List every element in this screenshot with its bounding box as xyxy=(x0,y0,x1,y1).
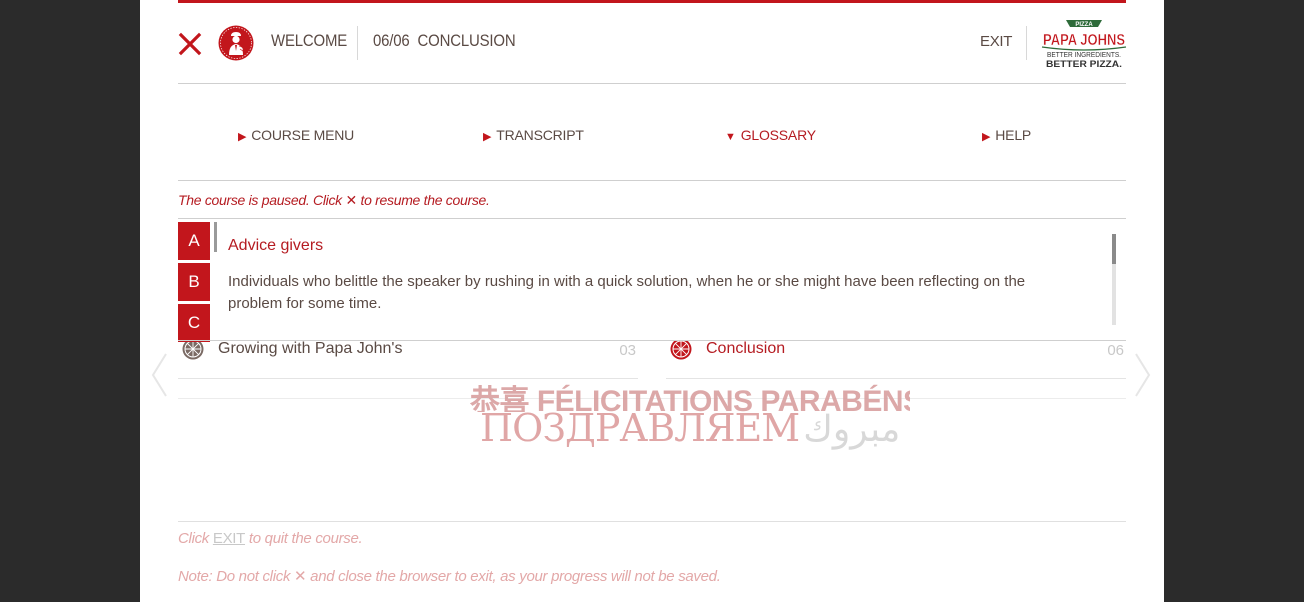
top-accent-bar xyxy=(178,0,1126,3)
glossary-scrollbar-thumb[interactable] xyxy=(1112,234,1116,264)
triangle-right-icon: ▶ xyxy=(483,131,492,143)
congratulations-text: ПОЗДРАВЛЯЕМ xyxy=(480,406,800,450)
triangle-down-icon: ▼ xyxy=(725,131,736,143)
nav-course-menu[interactable]: ▶ COURSE MENU xyxy=(238,127,354,143)
papa-johns-logo: PIZZA PAPA JOHNS BETTER INGREDIENTS. BET… xyxy=(1041,20,1127,69)
course-player: WELCOME 06/06 CONCLUSION EXIT PIZZA PAPA… xyxy=(140,0,1164,602)
module-progress: 06/06 CONCLUSION xyxy=(373,31,516,50)
warning-text: and close the browser to exit, as your p… xyxy=(306,568,721,585)
nav-label: COURSE MENU xyxy=(251,127,355,143)
letter-scrollbar[interactable] xyxy=(214,222,217,252)
notice-divider xyxy=(178,218,1126,219)
exit-button[interactable]: EXIT xyxy=(980,33,1012,50)
chevron-right-icon[interactable] xyxy=(1134,352,1152,398)
welcome-label[interactable]: WELCOME xyxy=(271,31,347,51)
chevron-left-icon[interactable] xyxy=(150,352,168,398)
glossary-panel: A B C Advice givers Individuals who beli… xyxy=(178,220,1126,342)
nav-label: HELP xyxy=(995,127,1032,143)
course-menu-label: Conclusion xyxy=(706,340,786,357)
nav-glossary[interactable]: ▼ GLOSSARY xyxy=(725,127,816,143)
congratulations-text: مبروك xyxy=(803,409,901,450)
header-divider xyxy=(178,83,1126,84)
exit-hint: Click EXIT to quit the course. xyxy=(178,530,363,547)
nav-divider xyxy=(178,180,1126,181)
paused-notice: The course is paused. Click ✕ to resume … xyxy=(178,192,490,209)
nav-label: GLOSSARY xyxy=(740,127,816,143)
glossary-term: Advice givers xyxy=(228,237,324,254)
exit-hint-text: Click xyxy=(178,530,213,547)
course-menu-number: 06 xyxy=(1107,342,1124,359)
chef-icon xyxy=(218,25,254,61)
course-menu-label: Growing with Papa John's xyxy=(218,340,403,357)
course-menu-number: 03 xyxy=(619,342,636,359)
paused-text: to resume the course. xyxy=(356,192,490,208)
nav-help[interactable]: ▶ HELP xyxy=(982,127,1031,143)
triangle-right-icon: ▶ xyxy=(238,131,247,143)
logo-tagline-1: BETTER INGREDIENTS. xyxy=(1047,52,1121,59)
pizza-icon xyxy=(670,338,692,360)
nav-transcript[interactable]: ▶ TRANSCRIPT xyxy=(483,127,584,143)
header-divider xyxy=(357,26,358,60)
glossary-letter-a[interactable]: A xyxy=(178,222,210,260)
nav-label: TRANSCRIPT xyxy=(496,127,584,143)
warning-text: Note: Do not click xyxy=(178,568,295,585)
close-icon: ✕ xyxy=(345,192,357,208)
paused-text: The course is paused. Click xyxy=(178,192,346,208)
footer-divider xyxy=(178,521,1126,522)
glossary-definition: Individuals who belittle the speaker by … xyxy=(228,273,1026,312)
header-divider xyxy=(1026,26,1027,60)
triangle-right-icon: ▶ xyxy=(982,131,991,143)
exit-hint-text: to quit the course. xyxy=(245,530,363,547)
glossary-divider xyxy=(178,340,1126,341)
logo-tagline-2: BETTER PIZZA. xyxy=(1046,59,1122,69)
logo-badge: PIZZA xyxy=(1075,22,1093,28)
glossary-letter-b[interactable]: B xyxy=(178,263,210,301)
progress-warning: Note: Do not click ✕ and close the brows… xyxy=(178,567,721,585)
exit-link[interactable]: EXIT xyxy=(213,530,245,547)
close-icon[interactable] xyxy=(178,32,202,56)
congratulations-banner: ПОЗДРАВЛЯЕМ مبروك xyxy=(480,406,901,450)
close-icon: ✕ xyxy=(294,568,307,585)
logo-brand: PAPA JOHNS xyxy=(1043,32,1125,49)
glossary-letter-c[interactable]: C xyxy=(178,304,210,342)
